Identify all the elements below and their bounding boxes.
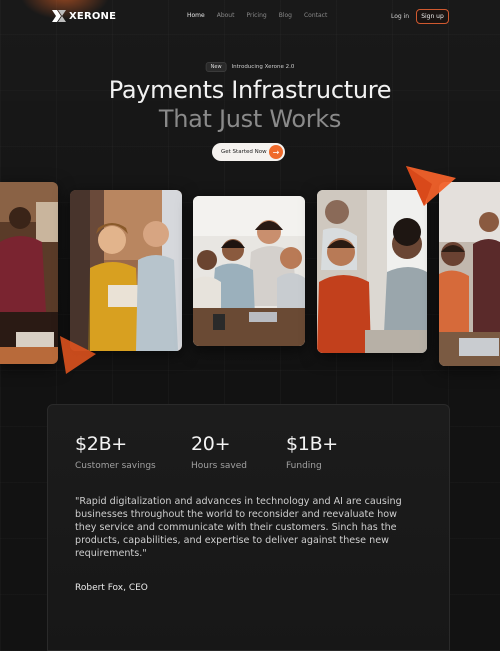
cta-label: Get Started Now — [221, 149, 267, 155]
login-link[interactable]: Log in — [391, 13, 409, 20]
brand-name: XERONE — [69, 10, 117, 22]
badge-text: Introducing Xerone 2.0 — [231, 64, 295, 70]
nav-link-home[interactable]: Home — [187, 12, 205, 19]
nav-links: Home About Pricing Blog Contact — [187, 12, 327, 19]
stat-value: 20+ — [191, 433, 231, 455]
testimonial-quote: "Rapid digitalization and advances in te… — [75, 496, 402, 559]
gallery-image-1 — [0, 182, 58, 364]
gallery-image-2 — [70, 190, 182, 351]
stat-hours-saved: 20+ Hours saved — [191, 433, 247, 471]
orange-shard-icon — [60, 336, 96, 374]
orange-shard-icon — [406, 166, 456, 206]
stat-label: Hours saved — [191, 461, 248, 471]
logo-mark-icon — [52, 10, 66, 22]
nav-link-contact[interactable]: Contact — [304, 12, 327, 19]
brand-logo[interactable]: XERONE — [52, 10, 116, 22]
badge-tag: New — [205, 62, 227, 72]
testimonial-author: Robert Fox, CEO — [75, 583, 148, 593]
get-started-button[interactable]: Get Started Now → — [212, 143, 285, 161]
image-gallery — [0, 166, 500, 374]
hero-title-line1: Payments Infrastructure — [108, 76, 392, 104]
stats-panel: $2B+ Customer savings 20+ Hours saved $1… — [47, 404, 450, 651]
signup-button[interactable]: Sign up — [416, 9, 449, 24]
gallery-image-4 — [317, 190, 427, 353]
gallery-image-3 — [193, 196, 305, 346]
nav-link-blog[interactable]: Blog — [279, 12, 292, 19]
top-nav: XERONE Home About Pricing Blog Contact L… — [0, 8, 500, 26]
stat-label: Customer savings — [75, 461, 156, 471]
stat-label: Funding — [286, 461, 322, 471]
stat-value: $2B+ — [75, 433, 127, 455]
stat-customer-savings: $2B+ Customer savings — [75, 433, 156, 471]
announcement-badge[interactable]: New Introducing Xerone 2.0 — [205, 62, 295, 72]
nav-link-pricing[interactable]: Pricing — [246, 12, 266, 19]
arrow-right-icon: → — [269, 145, 283, 159]
gallery-image-5 — [439, 182, 500, 366]
hero-title: Payments Infrastructure That Just Works — [0, 76, 500, 134]
nav-link-about[interactable]: About — [217, 12, 235, 19]
stat-funding: $1B+ Funding — [286, 433, 338, 471]
stat-value: $1B+ — [286, 433, 338, 455]
hero-title-line2: That Just Works — [158, 105, 342, 133]
